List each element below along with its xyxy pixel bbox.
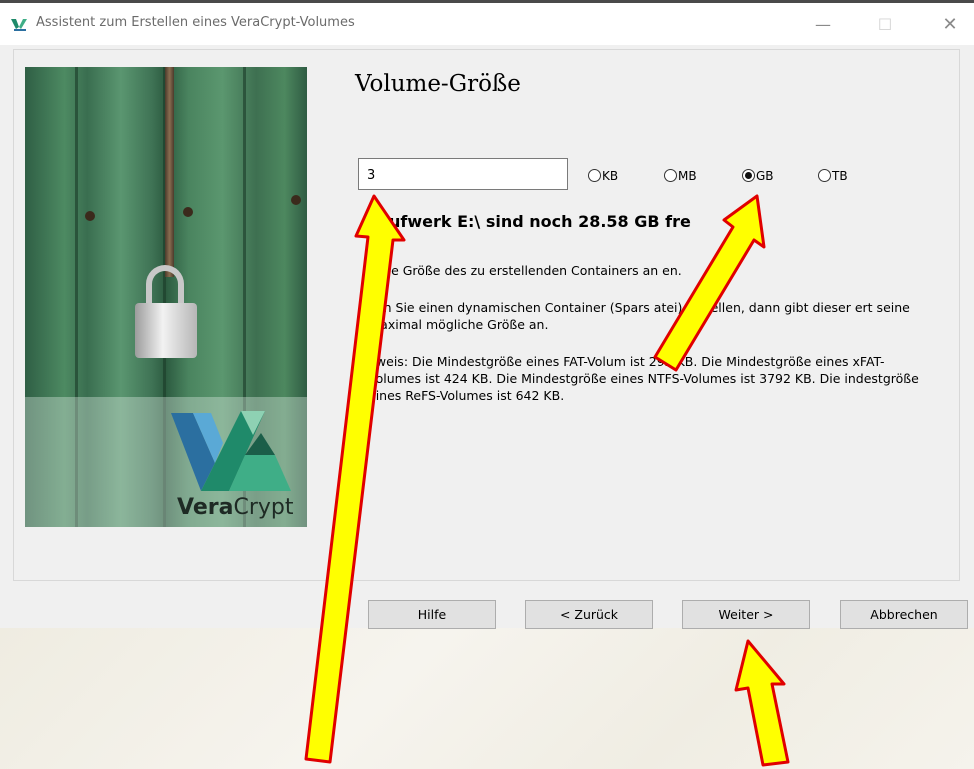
radio-circle[interactable] (664, 169, 677, 182)
unit-label: KB (602, 168, 619, 183)
door-hasp (165, 67, 174, 277)
radio-circle-selected[interactable] (742, 169, 755, 182)
wizard-window: Assistent zum Erstellen eines VeraCrypt-… (0, 0, 974, 629)
radio-circle[interactable] (588, 169, 601, 182)
cancel-button[interactable]: Abbrechen (840, 600, 968, 629)
back-button[interactable]: < Zurück (525, 600, 653, 629)
padlock-icon (135, 303, 197, 358)
dynamic-container-hint: enn Sie einen dynamischen Container (Spa… (368, 300, 910, 332)
radio-circle[interactable] (818, 169, 831, 182)
unit-label: TB (832, 168, 848, 183)
help-button[interactable]: Hilfe (368, 600, 496, 629)
unit-radio-mb[interactable]: MB (664, 168, 697, 184)
instruction-text: e die Größe des zu erstellenden Containe… (368, 263, 682, 278)
nail (85, 211, 95, 221)
window-title: Assistent zum Erstellen eines VeraCrypt-… (36, 15, 355, 30)
title-bar: Assistent zum Erstellen eines VeraCrypt-… (0, 3, 974, 45)
unit-label: MB (678, 168, 697, 183)
nail (183, 207, 193, 217)
next-button[interactable]: Weiter > (682, 600, 810, 629)
wizard-side-image: VeraCrypt (25, 67, 307, 527)
unit-radio-tb[interactable]: TB (818, 168, 848, 184)
unit-radio-kb[interactable]: KB (588, 168, 618, 184)
maximize-button[interactable]: ☐ (868, 11, 902, 39)
close-button[interactable]: ✕ (933, 11, 967, 39)
minimum-size-note: nweis: Die Mindestgröße eines FAT-Volum … (368, 354, 919, 403)
minimize-button[interactable]: — (806, 11, 840, 39)
volume-size-input[interactable] (358, 158, 568, 190)
veracrypt-app-icon (11, 19, 27, 31)
nail (291, 195, 301, 205)
page-title: Volume-Größe (355, 71, 521, 97)
unit-radio-gb[interactable]: GB (742, 168, 774, 184)
veracrypt-logo-icon (171, 411, 291, 491)
background-wall (0, 628, 974, 769)
unit-label: GB (756, 168, 774, 183)
free-space-label: Laufwerk E:\ sind noch 28.58 GB fre (368, 212, 691, 231)
veracrypt-logo-text: VeraCrypt (177, 495, 294, 520)
